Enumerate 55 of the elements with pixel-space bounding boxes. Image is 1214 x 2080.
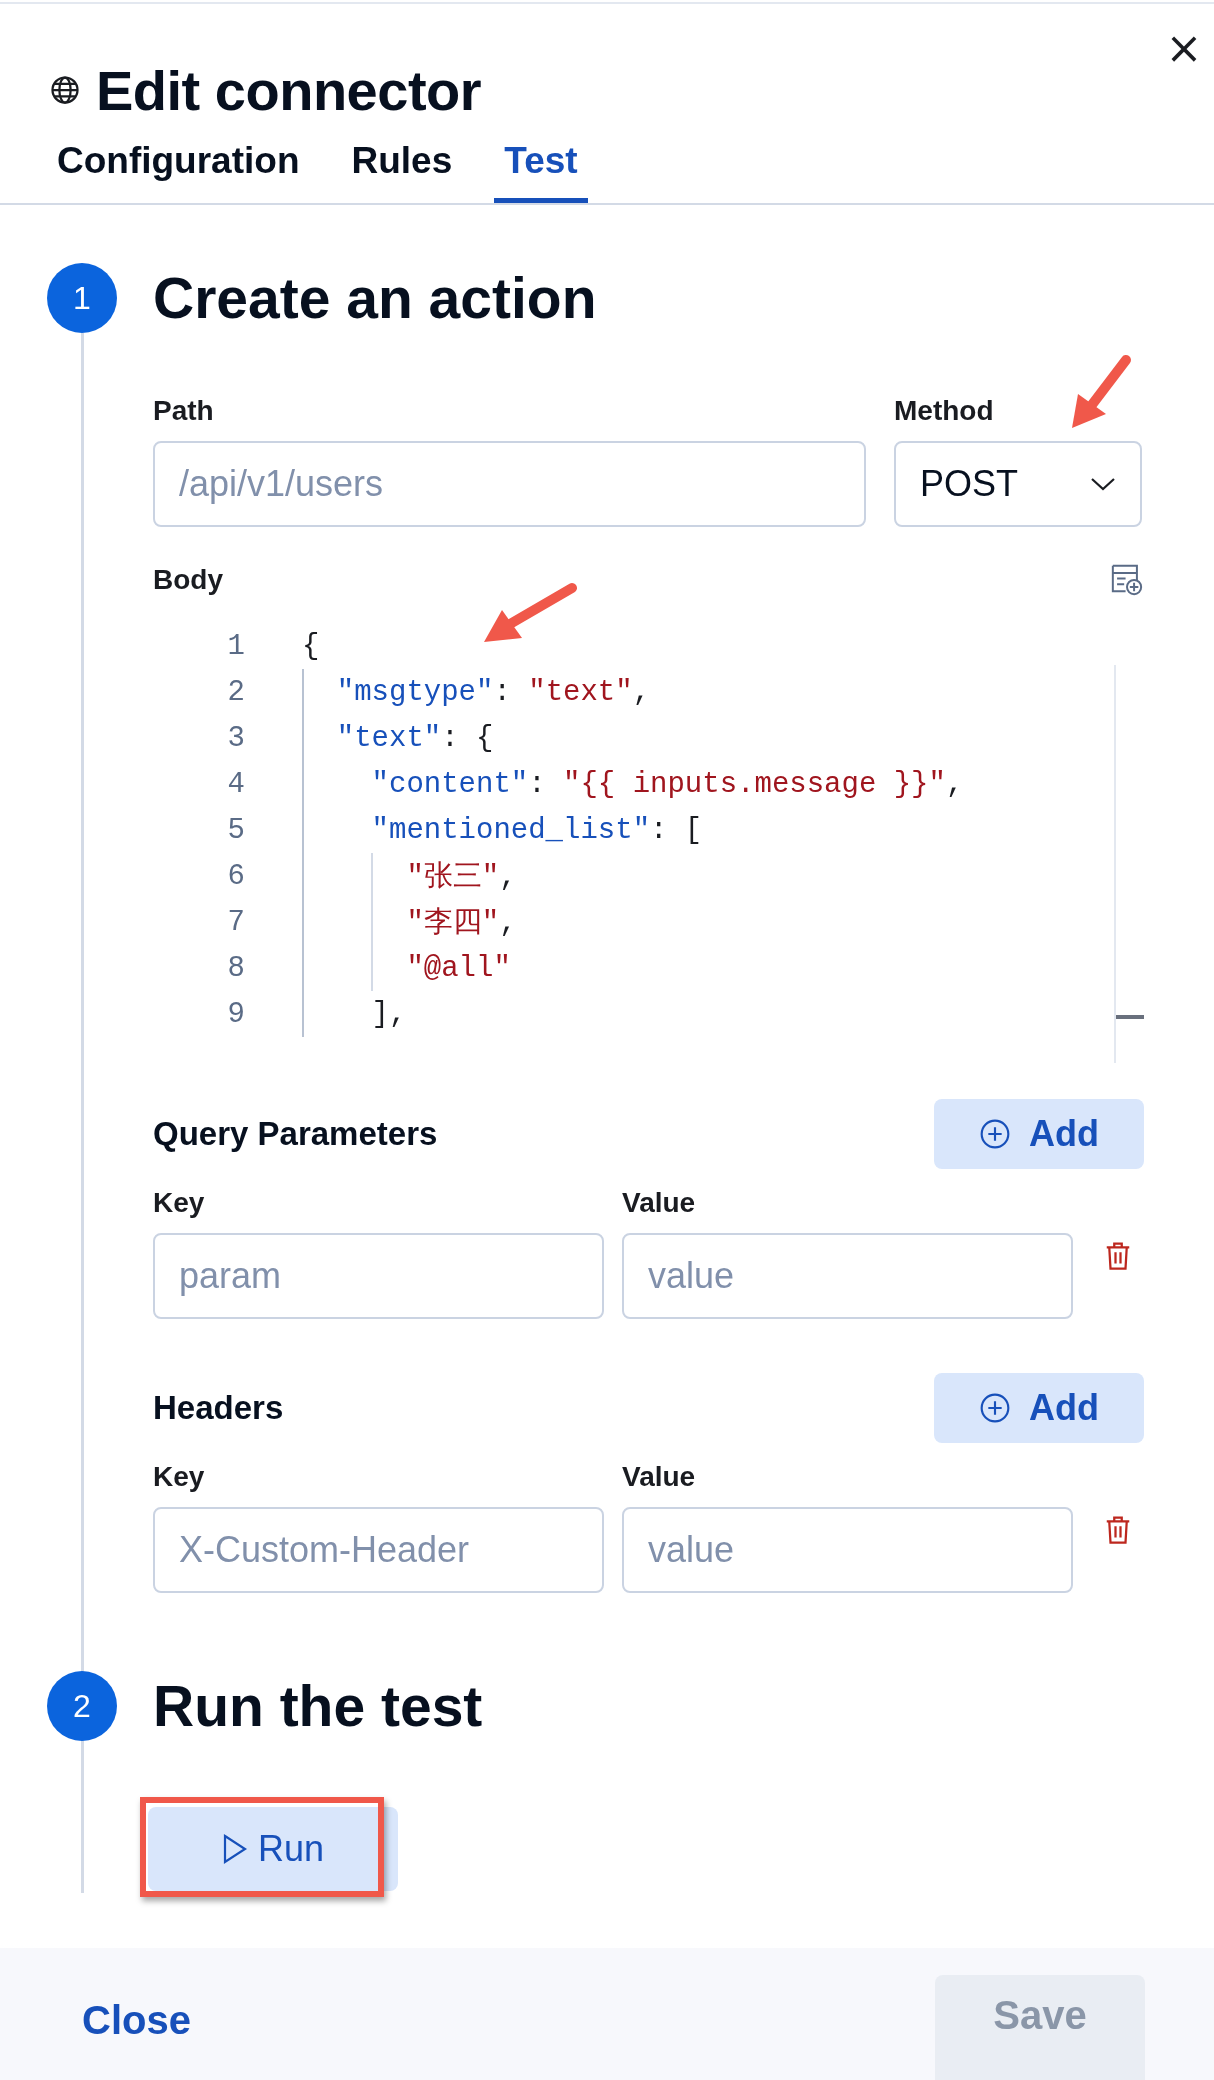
line-number: 1 [226,629,245,663]
code-line: "content": "{{ inputs.message }}", [371,767,964,801]
add-button[interactable]: Add [934,1373,1144,1443]
field-label: Body [153,564,223,596]
step-title: Create an action [153,265,597,331]
code-line: "李四", [406,906,517,942]
line-number: 8 [226,951,245,985]
close-link[interactable]: Close [82,1998,191,2043]
field-label: Key [153,1187,206,1219]
trash-icon[interactable] [1105,1241,1131,1271]
line-number: 3 [226,721,245,755]
plus-circle-icon [979,1118,1011,1150]
step-number: 2 [47,1671,117,1741]
globe-icon [50,75,80,105]
code-line: "msgtype": "text", [336,675,651,709]
code-line: "text": { [336,721,494,755]
method-select[interactable]: POST [894,441,1142,527]
field-label: Path [153,395,215,427]
value-field[interactable]: value [622,1507,1073,1593]
run-button[interactable]: Run [148,1807,398,1891]
code-line: "mentioned_list": [ [371,813,703,847]
chevron-down-icon [1090,476,1116,492]
step-title: Run the test [153,1673,483,1739]
code-line: ], [371,997,407,1031]
line-number: 6 [226,859,245,893]
field-label: Value [622,1461,697,1493]
tab[interactable]: Configuration [57,132,300,203]
key-field[interactable]: param [153,1233,604,1319]
code-line: "张三", [406,860,517,896]
flyout-title: Edit connector [96,57,482,123]
step-number: 1 [47,263,117,333]
field-label: Key [153,1461,206,1493]
add-button[interactable]: Add [934,1099,1144,1169]
code-line: "@all" [406,951,511,985]
line-number: 5 [226,813,245,847]
line-number: 4 [226,767,245,801]
field-label: Value [622,1187,697,1219]
line-number: 9 [226,997,245,1031]
path-field[interactable]: /api/v1/users [153,441,866,527]
plus-circle-icon [979,1392,1011,1424]
line-number: 2 [226,675,245,709]
code-editor[interactable]: 1 { 2 "msgtype": "text", 3 "text": { 4 "content": "{{ inputs.message }}", 5 "mentioned_list": [ 6 "张三", 7 "李四", 8 "@all" 9 ], [153,623,1144,1063]
tab[interactable]: Rules [351,132,453,203]
line-number: 7 [226,905,245,939]
key-field[interactable]: X-Custom-Header [153,1507,604,1593]
code-line: { [302,629,320,663]
play-icon [221,1833,248,1865]
section-title: Query Parameters [153,1115,438,1153]
field-label: Method [894,395,995,427]
table-add-icon[interactable] [1110,563,1144,597]
close-button[interactable]: × [1164,28,1204,68]
value-field[interactable]: value [622,1233,1073,1319]
tab[interactable]: Test [494,132,588,203]
section-title: Headers [153,1389,284,1427]
trash-icon[interactable] [1105,1515,1131,1545]
